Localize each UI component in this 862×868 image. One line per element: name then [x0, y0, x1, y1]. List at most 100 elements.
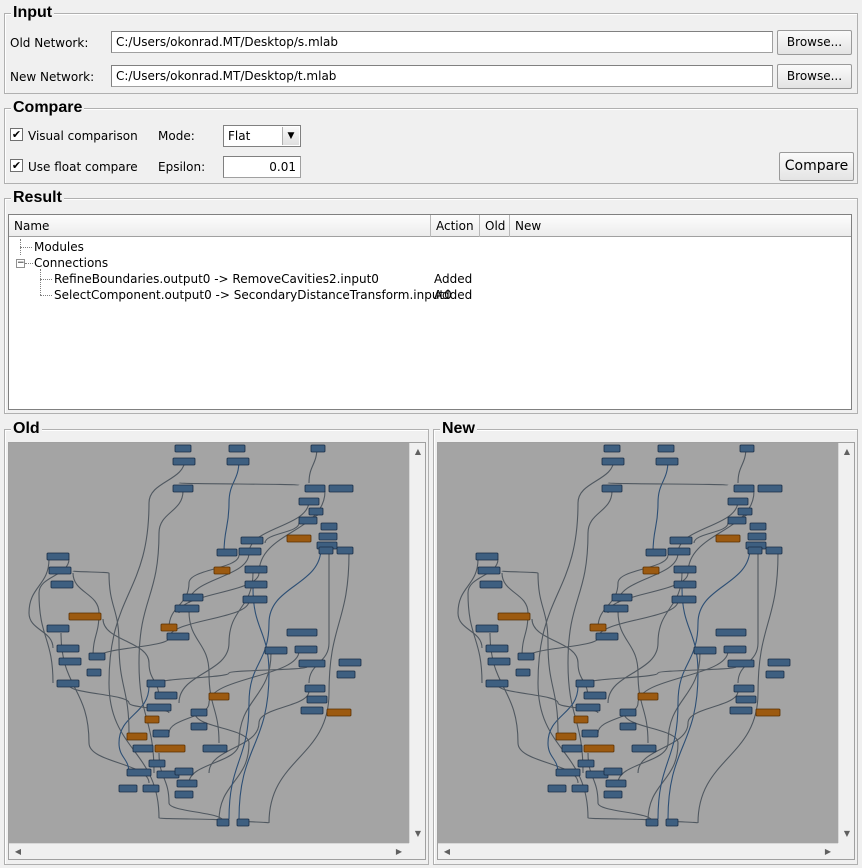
network-module[interactable]	[642, 566, 660, 575]
network-module[interactable]	[603, 444, 621, 453]
network-module[interactable]	[336, 670, 356, 679]
tree-item-modules[interactable]: Modules	[34, 240, 84, 255]
tree-item-connection-1[interactable]: RefineBoundaries.output0 -> RemoveCaviti…	[54, 272, 379, 287]
network-module[interactable]	[555, 768, 581, 777]
network-module[interactable]	[631, 744, 657, 753]
network-module[interactable]	[479, 580, 503, 589]
network-module[interactable]	[286, 534, 312, 543]
network-module[interactable]	[475, 624, 499, 633]
network-module[interactable]	[485, 644, 509, 653]
network-module[interactable]	[583, 744, 615, 753]
network-module[interactable]	[727, 497, 749, 506]
network-module[interactable]	[132, 744, 154, 753]
epsilon-field[interactable]: 0.01	[223, 156, 301, 178]
network-module[interactable]	[154, 744, 186, 753]
network-module[interactable]	[673, 580, 697, 589]
old-network-canvas[interactable]: ▲ ▼ ◀ ▶	[8, 442, 426, 860]
old-browse-button[interactable]: Browse...	[777, 30, 852, 55]
network-module[interactable]	[673, 565, 697, 574]
network-module[interactable]	[228, 444, 246, 453]
network-module[interactable]	[749, 522, 767, 531]
network-module[interactable]	[667, 547, 691, 556]
network-module[interactable]	[298, 516, 318, 525]
network-module[interactable]	[304, 484, 326, 493]
network-module[interactable]	[733, 684, 755, 693]
network-module[interactable]	[264, 646, 288, 655]
network-module[interactable]	[160, 623, 178, 632]
result-tree[interactable]: Name Action Old New − Modules Connection…	[8, 214, 852, 410]
network-module[interactable]	[118, 784, 138, 793]
network-module[interactable]	[298, 497, 320, 506]
network-module[interactable]	[318, 532, 338, 541]
network-module[interactable]	[48, 566, 72, 575]
network-module[interactable]	[154, 691, 178, 700]
network-module[interactable]	[306, 695, 328, 704]
network-module[interactable]	[577, 759, 595, 768]
network-module[interactable]	[739, 444, 755, 453]
network-module[interactable]	[727, 516, 747, 525]
network-module[interactable]	[561, 744, 583, 753]
network-module[interactable]	[477, 566, 501, 575]
network-module[interactable]	[715, 534, 741, 543]
network-module[interactable]	[166, 632, 190, 641]
network-module[interactable]	[723, 645, 747, 654]
network-module[interactable]	[310, 444, 326, 453]
network-module[interactable]	[555, 732, 577, 741]
network-module[interactable]	[765, 670, 785, 679]
network-module[interactable]	[182, 593, 204, 602]
network-module[interactable]	[152, 729, 170, 738]
network-module[interactable]	[286, 628, 318, 637]
scroll-left-icon[interactable]: ◀	[10, 844, 26, 859]
network-module[interactable]	[497, 612, 531, 621]
network-module[interactable]	[767, 658, 791, 667]
network-module[interactable]	[213, 566, 231, 575]
column-action[interactable]: Action	[431, 215, 480, 237]
network-module[interactable]	[765, 546, 783, 555]
network-module[interactable]	[611, 593, 633, 602]
network-module[interactable]	[571, 784, 589, 793]
scroll-left-icon[interactable]: ◀	[439, 844, 455, 859]
network-module[interactable]	[226, 457, 250, 466]
network-module[interactable]	[575, 703, 601, 712]
new-browse-button[interactable]: Browse...	[777, 64, 852, 89]
scroll-down-icon[interactable]: ▼	[410, 826, 425, 842]
network-module[interactable]	[603, 767, 623, 776]
old-vertical-scrollbar[interactable]: ▲ ▼	[409, 443, 425, 845]
network-module[interactable]	[328, 484, 354, 493]
network-module[interactable]	[517, 652, 535, 661]
network-module[interactable]	[86, 668, 102, 677]
old-horizontal-scrollbar[interactable]: ◀ ▶	[9, 843, 409, 859]
network-module[interactable]	[605, 779, 627, 788]
network-module[interactable]	[172, 457, 196, 466]
network-module[interactable]	[174, 444, 192, 453]
network-module[interactable]	[308, 507, 324, 516]
network-module[interactable]	[208, 692, 230, 701]
network-module[interactable]	[176, 779, 198, 788]
network-module[interactable]	[715, 628, 747, 637]
network-module[interactable]	[126, 768, 152, 777]
network-module[interactable]	[747, 532, 767, 541]
scroll-up-icon[interactable]: ▲	[839, 444, 854, 460]
network-module[interactable]	[601, 484, 623, 493]
network-module[interactable]	[68, 612, 102, 621]
network-module[interactable]	[619, 722, 637, 731]
new-network-field[interactable]: C:/Users/okonrad.MT/Desktop/t.mlab	[111, 65, 773, 87]
network-module[interactable]	[326, 708, 352, 717]
network-module[interactable]	[190, 708, 208, 717]
network-module[interactable]	[174, 790, 194, 799]
network-module[interactable]	[338, 658, 362, 667]
new-vertical-scrollbar[interactable]: ▲ ▼	[838, 443, 854, 845]
float-compare-checkbox[interactable]: ✔	[10, 159, 23, 172]
network-module[interactable]	[244, 580, 268, 589]
network-module[interactable]	[146, 703, 172, 712]
network-module[interactable]	[589, 623, 607, 632]
network-module[interactable]	[747, 546, 763, 555]
network-module[interactable]	[318, 546, 334, 555]
network-module[interactable]	[671, 595, 697, 604]
network-module[interactable]	[487, 657, 511, 666]
network-module[interactable]	[735, 695, 757, 704]
network-module[interactable]	[216, 818, 230, 827]
network-module[interactable]	[336, 546, 354, 555]
network-module[interactable]	[56, 679, 80, 688]
network-module[interactable]	[603, 604, 629, 613]
